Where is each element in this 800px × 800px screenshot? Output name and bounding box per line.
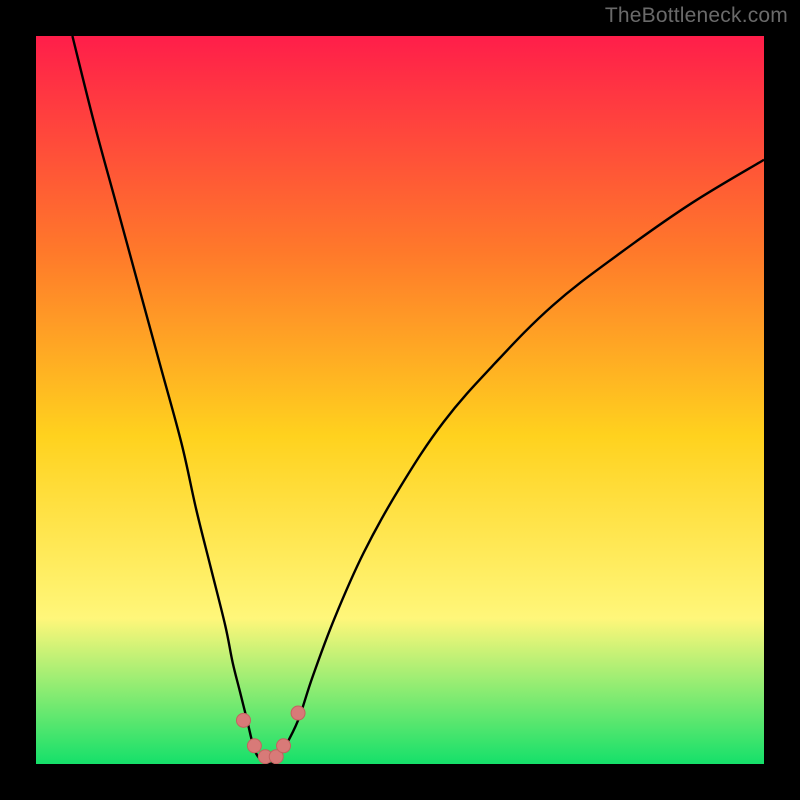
chart-plot-area <box>36 36 764 764</box>
curve-marker <box>277 739 291 753</box>
curve-marker <box>291 706 305 720</box>
chart-svg <box>36 36 764 764</box>
curve-marker <box>236 713 250 727</box>
curve-marker <box>247 739 261 753</box>
gradient-background <box>36 36 764 764</box>
watermark-text: TheBottleneck.com <box>605 4 788 28</box>
